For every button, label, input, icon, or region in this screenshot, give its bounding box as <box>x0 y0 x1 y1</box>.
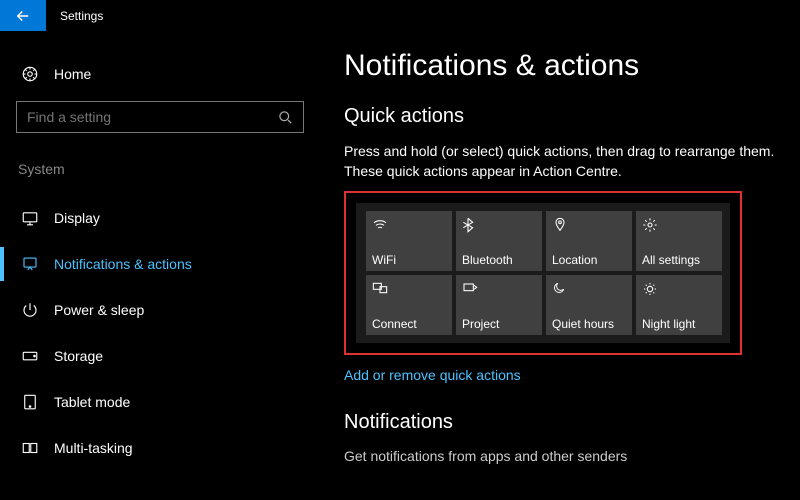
add-remove-quick-actions-link[interactable]: Add or remove quick actions <box>344 367 521 383</box>
sidebar-item-label: Storage <box>54 348 103 364</box>
tile-night-light[interactable]: Night light <box>636 275 722 335</box>
sidebar: Home System Display Notifications & acti… <box>0 31 320 500</box>
sidebar-home[interactable]: Home <box>16 59 320 101</box>
sidebar-item-label: Display <box>54 210 100 226</box>
location-icon <box>552 217 626 233</box>
quick-actions-header: Quick actions <box>344 105 780 128</box>
tile-label: Connect <box>372 317 446 331</box>
notifications-header: Notifications <box>344 411 780 434</box>
bluetooth-icon <box>462 217 536 233</box>
sidebar-item-label: Power & sleep <box>54 302 144 318</box>
tile-label: WiFi <box>372 253 446 267</box>
storage-icon <box>20 347 40 365</box>
tile-wifi[interactable]: WiFi <box>366 211 452 271</box>
sidebar-item-storage[interactable]: Storage <box>16 333 320 379</box>
sidebar-item-tablet[interactable]: Tablet mode <box>16 379 320 425</box>
home-icon <box>20 65 40 83</box>
page-title: Notifications & actions <box>344 49 780 83</box>
quick-actions-grid: WiFi Bluetooth Location <box>366 211 720 335</box>
sidebar-item-label: Multi-tasking <box>54 440 133 456</box>
tile-project[interactable]: Project <box>456 275 542 335</box>
window-title: Settings <box>60 9 103 23</box>
sidebar-home-label: Home <box>54 66 91 82</box>
tile-all-settings[interactable]: All settings <box>636 211 722 271</box>
power-icon <box>20 301 40 319</box>
quick-actions-highlight: WiFi Bluetooth Location <box>344 191 742 355</box>
moon-icon <box>552 281 626 297</box>
tile-label: Project <box>462 317 536 331</box>
tile-label: Bluetooth <box>462 253 536 267</box>
project-icon <box>462 281 536 297</box>
tile-label: Night light <box>642 317 716 331</box>
tablet-icon <box>20 393 40 411</box>
sidebar-item-notifications[interactable]: Notifications & actions <box>16 241 320 287</box>
search-input[interactable] <box>27 109 278 125</box>
titlebar: Settings <box>0 0 800 31</box>
sidebar-item-power[interactable]: Power & sleep <box>16 287 320 333</box>
night-light-icon <box>642 281 716 297</box>
main-content: Notifications & actions Quick actions Pr… <box>320 31 800 500</box>
tile-bluetooth[interactable]: Bluetooth <box>456 211 542 271</box>
sidebar-item-label: Tablet mode <box>54 394 130 410</box>
tile-location[interactable]: Location <box>546 211 632 271</box>
quick-actions-desc: Press and hold (or select) quick actions… <box>344 142 780 181</box>
multitasking-icon <box>20 439 40 457</box>
tile-quiet-hours[interactable]: Quiet hours <box>546 275 632 335</box>
tile-label: Location <box>552 253 626 267</box>
tile-label: Quiet hours <box>552 317 626 331</box>
sidebar-item-label: Notifications & actions <box>54 256 192 272</box>
tile-connect[interactable]: Connect <box>366 275 452 335</box>
settings-icon <box>642 217 716 233</box>
search-icon <box>278 110 293 125</box>
sidebar-item-display[interactable]: Display <box>16 195 320 241</box>
sidebar-item-multitasking[interactable]: Multi-tasking <box>16 425 320 471</box>
search-box[interactable] <box>16 101 304 133</box>
notifications-icon <box>20 255 40 273</box>
tile-label: All settings <box>642 253 716 267</box>
connect-icon <box>372 281 446 297</box>
back-button[interactable] <box>0 0 46 31</box>
notifications-desc: Get notifications from apps and other se… <box>344 448 780 464</box>
display-icon <box>20 209 40 227</box>
wifi-icon <box>372 217 446 233</box>
arrow-left-icon <box>14 7 32 25</box>
sidebar-section-label: System <box>16 161 320 177</box>
